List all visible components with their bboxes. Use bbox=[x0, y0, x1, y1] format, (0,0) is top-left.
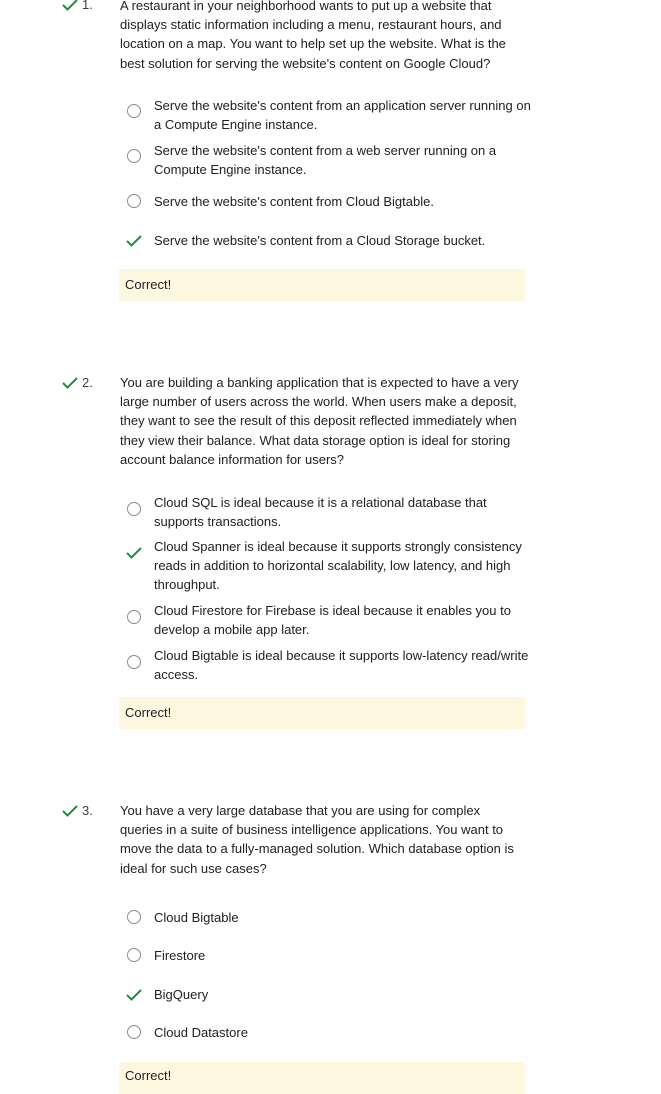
option-text: BigQuery bbox=[154, 987, 209, 1002]
question-number: 2. bbox=[82, 375, 93, 390]
option-text: Serve the website's content from Cloud B… bbox=[154, 194, 434, 209]
check-icon bbox=[126, 234, 142, 248]
feedback-box: Correct! bbox=[119, 697, 525, 729]
check-icon bbox=[62, 804, 78, 818]
check-icon bbox=[126, 988, 142, 1002]
question-number: 3. bbox=[82, 803, 93, 818]
radio-button[interactable] bbox=[127, 149, 141, 163]
option-text: Serve the website's content from a Cloud… bbox=[154, 233, 486, 248]
option-text: Cloud Bigtable bbox=[154, 910, 239, 925]
option-text: Cloud SQL is ideal because it is a relat… bbox=[154, 495, 487, 530]
feedback-box: Correct! bbox=[119, 269, 525, 301]
radio-button[interactable] bbox=[127, 610, 141, 624]
option-text: Cloud Firestore for Firebase is ideal be… bbox=[154, 603, 511, 638]
question-text: You have a very large database that you … bbox=[120, 803, 514, 876]
option-text: Cloud Datastore bbox=[154, 1025, 248, 1040]
question-text: You are building a banking application t… bbox=[120, 375, 519, 467]
option-text: Firestore bbox=[154, 948, 206, 963]
option-text: Serve the website's content from an appl… bbox=[154, 98, 531, 133]
radio-button[interactable] bbox=[127, 104, 141, 118]
radio-button[interactable] bbox=[127, 910, 141, 924]
question-number: 1. bbox=[82, 0, 93, 12]
radio-button[interactable] bbox=[127, 655, 141, 669]
option-text: Serve the website's content from a web s… bbox=[154, 143, 497, 178]
option-text: Cloud Spanner is ideal because it suppor… bbox=[154, 539, 522, 593]
option-text: Cloud Bigtable is ideal because it suppo… bbox=[154, 648, 529, 683]
radio-button[interactable] bbox=[127, 502, 141, 516]
feedback-box: Correct! bbox=[119, 1062, 525, 1094]
check-icon bbox=[126, 546, 142, 560]
question-text: A restaurant in your neighborhood wants … bbox=[120, 0, 506, 71]
check-icon bbox=[62, 0, 78, 12]
radio-button[interactable] bbox=[127, 1025, 141, 1039]
check-icon bbox=[62, 376, 78, 390]
radio-button[interactable] bbox=[127, 948, 141, 962]
radio-button[interactable] bbox=[127, 194, 141, 208]
